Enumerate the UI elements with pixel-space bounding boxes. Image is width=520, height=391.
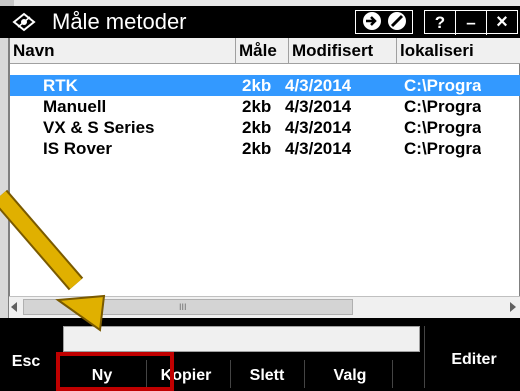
softkey-separator [392,360,393,388]
list-row[interactable]: RTK 2kb 4/3/2014 C:\Progra [10,75,520,96]
row-name: Manuell [43,97,107,116]
list-row[interactable]: VX & S Series 2kb 4/3/2014 C:\Progra [10,117,520,138]
row-path: C:\Progra [404,76,482,95]
row-date: 4/3/2014 [285,97,352,116]
row-date: 4/3/2014 [285,76,352,95]
new-button-highlight [56,352,174,391]
list-row[interactable]: Manuell 2kb 4/3/2014 C:\Progra [10,96,520,117]
app-logo-icon [12,10,36,34]
row-size: 2kb [242,118,272,137]
column-header-location[interactable]: lokaliseri [397,38,520,64]
no-entry-icon[interactable] [386,10,408,32]
list-header: Navn Måle Modifisert lokaliseri [10,38,520,64]
row-path: C:\Progra [404,118,482,137]
row-size: 2kb [242,76,272,95]
scroll-right-icon[interactable] [510,302,516,312]
horizontal-scrollbar[interactable]: III [9,296,520,318]
column-header-size[interactable]: Måle [236,38,289,64]
row-path: C:\Progra [404,139,482,158]
softkey-separator [304,360,305,388]
row-name: IS Rover [43,139,112,158]
minimize-button[interactable]: – [457,12,485,34]
left-window-edge [0,38,9,318]
command-input[interactable] [63,326,420,352]
sync-arrow-icon[interactable] [361,10,383,32]
row-path: C:\Progra [404,97,482,116]
thumb-grip: III [179,302,187,312]
edit-button[interactable]: Editer [428,350,520,370]
delete-button[interactable]: Slett [232,366,302,386]
scroll-left-icon[interactable] [11,302,17,312]
row-date: 4/3/2014 [285,139,352,158]
softkey-separator [424,326,425,388]
column-header-modified[interactable]: Modifisert [289,38,397,64]
options-button[interactable]: Valg [310,366,390,386]
scrollbar-thumb[interactable]: III [23,299,353,315]
help-button[interactable]: ? [426,12,454,34]
control-separator [455,11,456,35]
softkey-separator [230,360,231,388]
row-name: VX & S Series [43,118,155,137]
column-header-name[interactable]: Navn [10,38,236,64]
row-size: 2kb [242,97,272,116]
row-date: 4/3/2014 [285,118,352,137]
list-row[interactable]: IS Rover 2kb 4/3/2014 C:\Progra [10,138,520,159]
esc-button[interactable]: Esc [6,352,46,372]
control-separator [486,11,487,35]
row-size: 2kb [242,139,272,158]
methods-list[interactable]: Navn Måle Modifisert lokaliseri RTK 2kb … [9,38,520,310]
close-button[interactable]: × [488,11,516,33]
window-title: Måle metoder [52,9,187,34]
title-bar: Måle metoder ? – × [0,6,520,38]
row-name: RTK [43,76,78,95]
